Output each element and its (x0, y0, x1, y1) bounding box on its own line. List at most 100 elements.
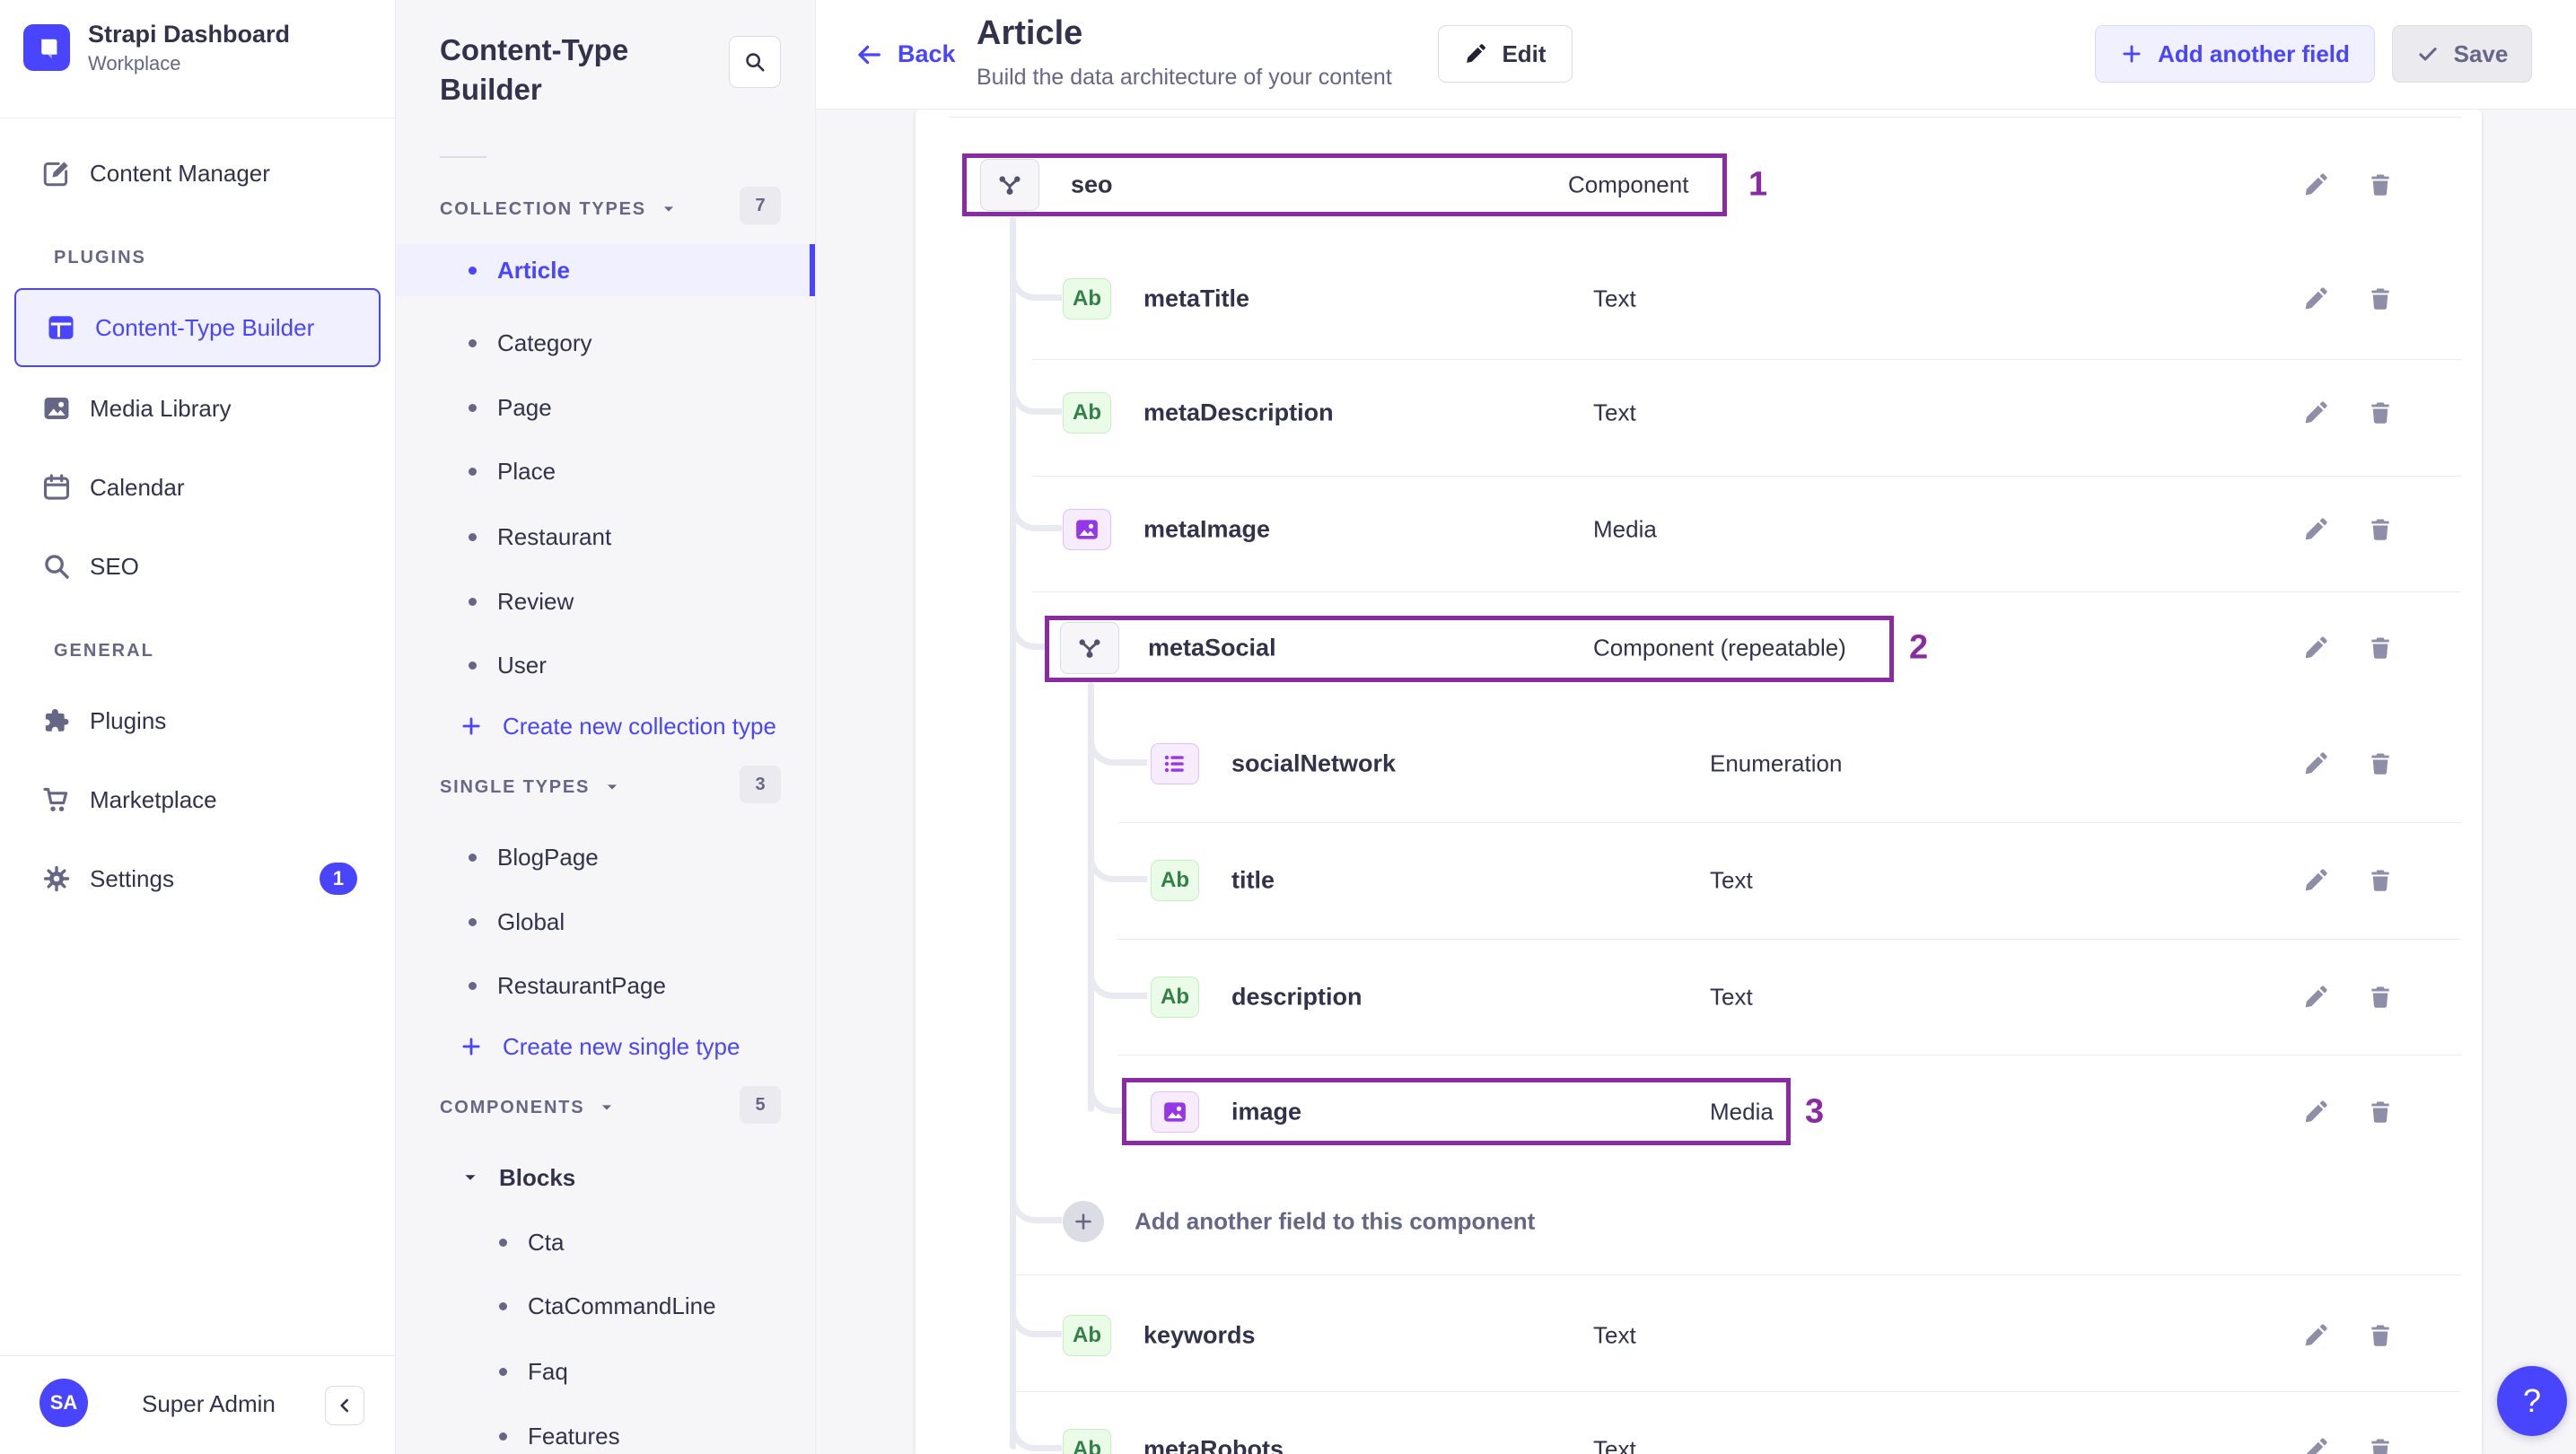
type-item-article[interactable]: Article (395, 244, 815, 296)
sidebar-item-label: Plugins (90, 706, 167, 734)
collapse-sidebar-button[interactable] (325, 1386, 364, 1425)
add-component-field-row[interactable]: Add another field to this component (916, 1163, 2482, 1280)
gear-icon (41, 863, 72, 894)
save-button[interactable]: Save (2392, 25, 2532, 83)
edit-field-button[interactable] (2296, 977, 2335, 1017)
delete-field-button[interactable] (2361, 861, 2400, 900)
component-group-blocks[interactable]: Blocks (395, 1152, 815, 1204)
field-row-socialnetwork[interactable]: socialNetwork Enumeration (916, 705, 2482, 822)
delete-field-button[interactable] (2361, 393, 2400, 433)
sidebar-item-marketplace[interactable]: Marketplace (0, 760, 395, 839)
type-item-restaurantpage[interactable]: RestaurantPage (395, 959, 815, 1012)
edit-field-button[interactable] (2296, 279, 2335, 319)
field-row-seo[interactable]: seo Component (916, 127, 2482, 243)
type-item-label: BlogPage (497, 843, 599, 871)
type-item-global[interactable]: Global (395, 896, 815, 948)
field-type: Component (repeatable) (1593, 634, 1846, 661)
edit-field-button[interactable] (2296, 1092, 2335, 1132)
edit-field-button[interactable] (2296, 1316, 2335, 1355)
components-header[interactable]: COMPONENTS (440, 1094, 617, 1121)
delete-field-button[interactable] (2361, 628, 2400, 668)
type-item-review[interactable]: Review (395, 575, 815, 627)
search-icon (41, 551, 72, 582)
field-name: image (1231, 1098, 1302, 1126)
trash-icon (2367, 984, 2394, 1011)
edit-field-button[interactable] (2296, 1430, 2335, 1454)
pencil-icon (2302, 1436, 2329, 1454)
type-item-place[interactable]: Place (395, 445, 815, 497)
field-name: metaDescription (1143, 399, 1334, 426)
field-name: metaSocial (1148, 634, 1276, 661)
sidebar-item-settings[interactable]: Settings 1 (0, 839, 395, 918)
sidebar-item-content-manager[interactable]: Content Manager (0, 134, 395, 213)
create-collection-type-link[interactable]: Create new collection type (395, 700, 815, 752)
plus-icon (460, 1035, 483, 1058)
edit-field-button[interactable] (2296, 628, 2335, 668)
single-types-header[interactable]: SINGLE TYPES (440, 774, 622, 801)
trash-icon (2367, 867, 2394, 894)
delete-field-button[interactable] (2361, 279, 2400, 319)
edit-button[interactable]: Edit (1438, 25, 1573, 83)
avatar[interactable]: SA (39, 1379, 88, 1427)
delete-field-button[interactable] (2361, 1316, 2400, 1355)
sidebar-item-plugins[interactable]: Plugins (0, 681, 395, 760)
type-item-page[interactable]: Page (395, 381, 815, 434)
field-row-description[interactable]: Ab description Text (916, 939, 2482, 1055)
field-row-metadescription[interactable]: Ab metaDescription Text (916, 355, 2482, 471)
add-another-field-button[interactable]: Add another field (2095, 25, 2375, 83)
check-icon (2416, 42, 2440, 66)
field-row-title[interactable]: Ab title Text (916, 822, 2482, 939)
field-row-keywords[interactable]: Ab keywords Text (916, 1277, 2482, 1394)
chevron-left-icon (333, 1394, 356, 1417)
field-type: Text (1593, 399, 1636, 426)
component-item-cta[interactable]: Cta (395, 1216, 815, 1268)
type-item-restaurant[interactable]: Restaurant (395, 511, 815, 563)
bullet-icon (469, 661, 477, 670)
edit-field-button[interactable] (2296, 165, 2335, 205)
section-label: SINGLE TYPES (440, 776, 591, 797)
sidebar-item-media-library[interactable]: Media Library (0, 369, 395, 448)
add-component-field-button[interactable] (1063, 1201, 1104, 1242)
panel-search-button[interactable] (729, 36, 781, 88)
workspace-brand[interactable]: Strapi Dashboard Workplace (23, 20, 290, 75)
type-item-blogpage[interactable]: BlogPage (395, 831, 815, 883)
delete-field-button[interactable] (2361, 510, 2400, 549)
delete-field-button[interactable] (2361, 744, 2400, 784)
sidebar-item-seo[interactable]: SEO (0, 527, 395, 606)
plus-icon (460, 714, 483, 738)
delete-field-button[interactable] (2361, 1430, 2400, 1454)
collection-types-header[interactable]: COLLECTION TYPES (440, 196, 679, 223)
edit-field-button[interactable] (2296, 510, 2335, 549)
type-item-user[interactable]: User (395, 639, 815, 691)
bullet-icon (469, 981, 477, 990)
page-title: Article (977, 14, 1083, 52)
edit-field-button[interactable] (2296, 744, 2335, 784)
create-single-type-link[interactable]: Create new single type (395, 1020, 815, 1073)
component-item-ctacommandline[interactable]: CtaCommandLine (395, 1280, 815, 1332)
sidebar-item-content-type-builder[interactable]: Content-Type Builder (14, 288, 381, 367)
edit-field-button[interactable] (2296, 393, 2335, 433)
component-item-label: CtaCommandLine (528, 1292, 716, 1319)
component-item-faq[interactable]: Faq (395, 1345, 815, 1397)
back-link[interactable]: Back (854, 0, 956, 109)
field-row-image[interactable]: image Media (916, 1054, 2482, 1170)
edit-field-button[interactable] (2296, 861, 2335, 900)
delete-field-button[interactable] (2361, 977, 2400, 1017)
sidebar-item-calendar[interactable]: Calendar (0, 448, 395, 527)
single-count-badge: 3 (740, 766, 781, 803)
field-type: Enumeration (1710, 749, 1843, 777)
sidebar-item-label: SEO (90, 552, 139, 580)
field-row-metasocial[interactable]: metaSocial Component (repeatable) (916, 590, 2482, 706)
delete-field-button[interactable] (2361, 165, 2400, 205)
type-item-label: Place (497, 457, 556, 485)
help-button[interactable]: ? (2497, 1366, 2567, 1436)
type-item-category[interactable]: Category (395, 317, 815, 369)
field-row-metatitle[interactable]: Ab metaTitle Text (916, 241, 2482, 357)
sidebar-item-label: Calendar (90, 473, 185, 501)
field-row-metaimage[interactable]: metaImage Media (916, 471, 2482, 588)
field-row-metarobots[interactable]: Ab metaRobots Text (916, 1391, 2482, 1454)
delete-field-button[interactable] (2361, 1092, 2400, 1132)
component-item-features[interactable]: Features (395, 1410, 815, 1454)
main-content: Back Article Build the data architecture… (815, 0, 2576, 1454)
cart-icon (41, 784, 72, 815)
